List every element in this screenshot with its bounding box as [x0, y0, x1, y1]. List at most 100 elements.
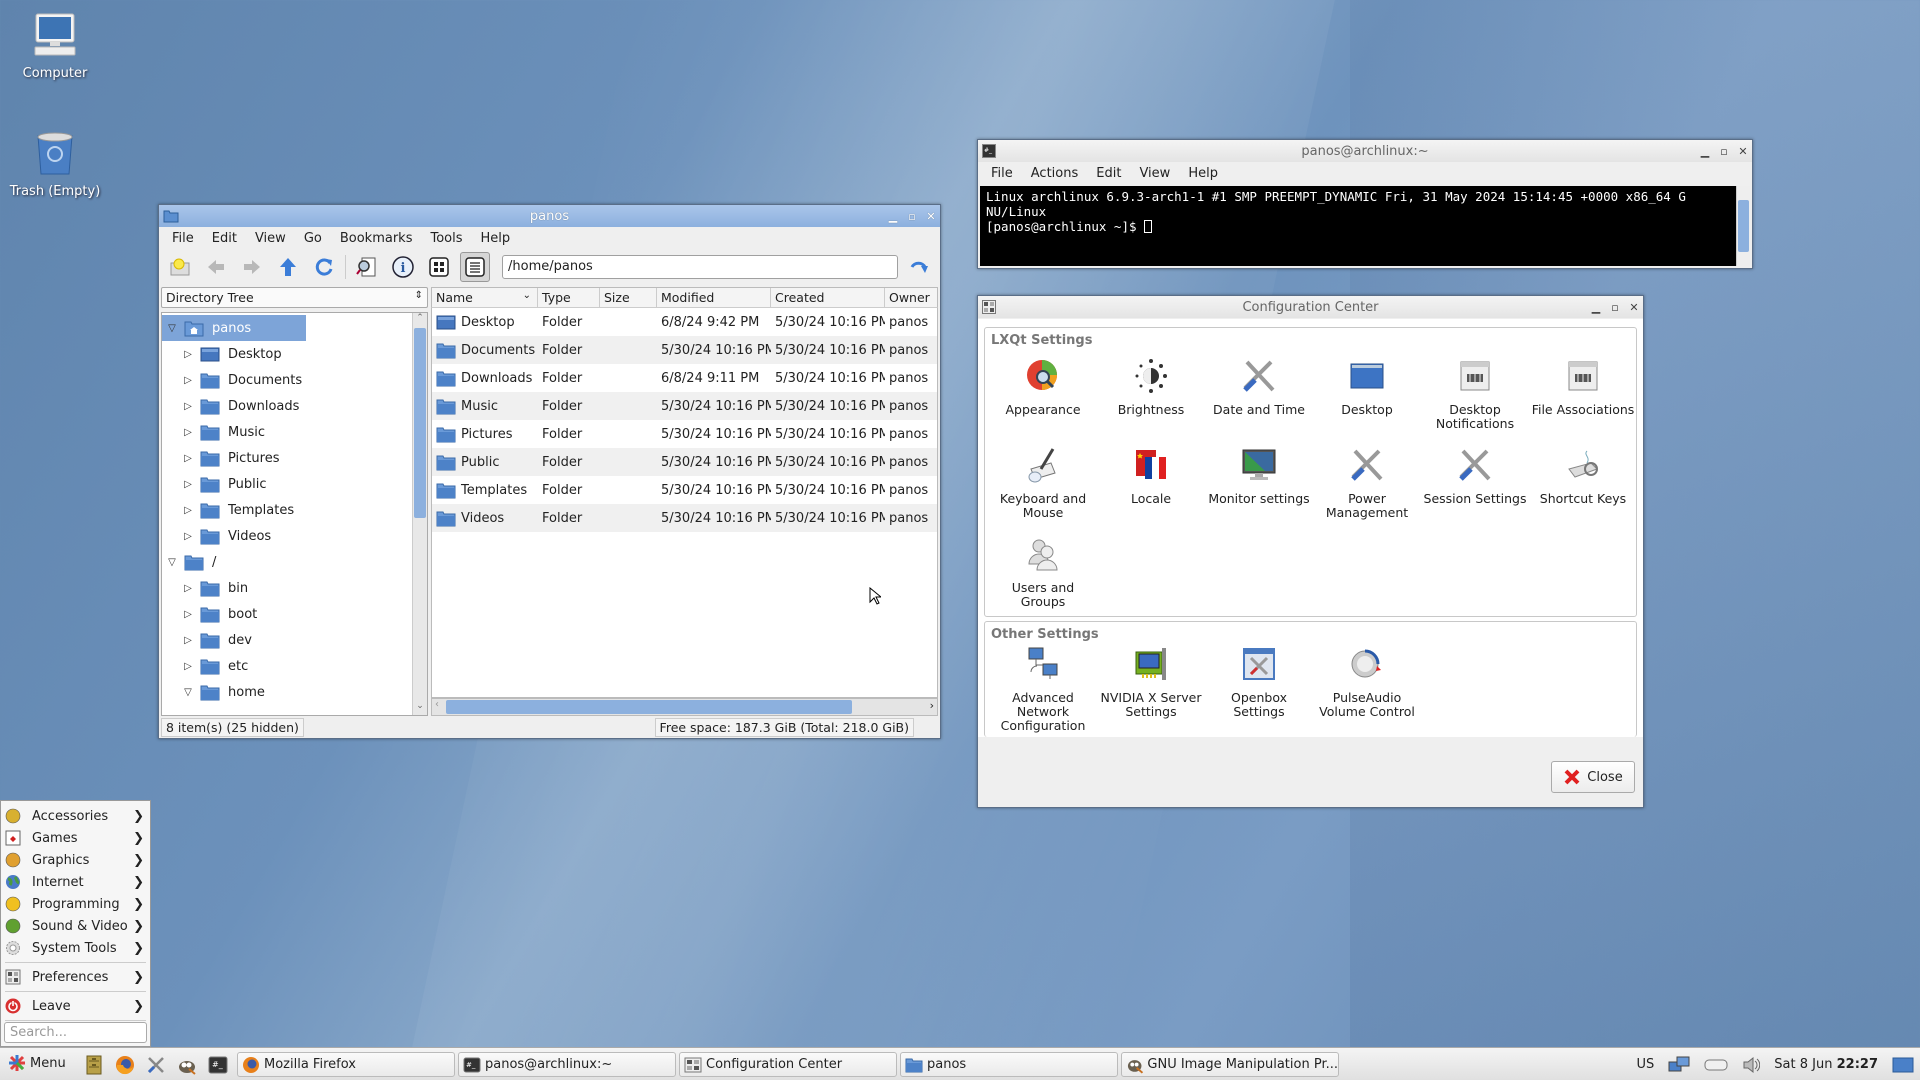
- tree-item[interactable]: ▽ home: [162, 679, 411, 705]
- menu-tools[interactable]: Tools: [421, 231, 471, 246]
- menu-item-leave[interactable]: Leave ❯: [1, 995, 150, 1017]
- tree-item[interactable]: ▷ Documents: [162, 367, 411, 393]
- collapsed-triangle-icon[interactable]: ▷: [182, 401, 194, 412]
- expanded-triangle-icon[interactable]: ▽: [166, 323, 178, 334]
- network-icon[interactable]: [1668, 1056, 1690, 1074]
- collapsed-triangle-icon[interactable]: ▷: [182, 349, 194, 360]
- taskbar-task[interactable]: Mozilla Firefox: [237, 1052, 455, 1077]
- settings-item-shortcut-keys[interactable]: Shortcut Keys: [1529, 447, 1637, 506]
- file-row[interactable]: Pictures Folder 5/30/24 10:16 PM 5/30/24 10…: [432, 420, 937, 448]
- tree-item[interactable]: ▷ Downloads: [162, 393, 411, 419]
- minimize-button[interactable]: ▁: [1700, 145, 1710, 158]
- tree-item[interactable]: ▷ Desktop: [162, 341, 411, 367]
- settings-item-desktop[interactable]: Desktop: [1313, 358, 1421, 417]
- menu-item-accessories[interactable]: Accessories ❯: [1, 805, 150, 827]
- settings-item-session-settings[interactable]: Session Settings: [1421, 447, 1529, 506]
- menu-help[interactable]: Help: [472, 231, 520, 246]
- file-row[interactable]: Public Folder 5/30/24 10:16 PM 5/30/24 10:1…: [432, 448, 937, 476]
- menu-file[interactable]: File: [982, 166, 1022, 181]
- expanded-triangle-icon[interactable]: ▽: [166, 557, 178, 568]
- settings-item-nvidia[interactable]: NVIDIA X Server Settings: [1097, 646, 1205, 719]
- maximize-button[interactable]: ▫: [1719, 145, 1729, 158]
- tree-scrollbar-thumb[interactable]: [414, 328, 426, 518]
- icon-view-button[interactable]: [424, 252, 454, 282]
- taskbar-task[interactable]: GNU Image Manipulation Pr...: [1121, 1052, 1339, 1077]
- menu-actions[interactable]: Actions: [1022, 166, 1088, 181]
- collapsed-triangle-icon[interactable]: ▷: [182, 583, 194, 594]
- close-button[interactable]: ✕: [1629, 301, 1639, 314]
- tree-item[interactable]: ▽ panos: [162, 315, 306, 341]
- menu-bookmarks[interactable]: Bookmarks: [331, 231, 422, 246]
- close-dialog-button[interactable]: Close: [1551, 761, 1635, 793]
- desktop-icon-trash[interactable]: Trash (Empty): [5, 130, 105, 199]
- go-button[interactable]: [904, 252, 934, 282]
- removable-drive-icon[interactable]: [1704, 1058, 1728, 1072]
- hscroll-thumb[interactable]: [446, 700, 852, 714]
- menu-edit[interactable]: Edit: [203, 231, 246, 246]
- side-pane-mode-select[interactable]: Directory Tree ⇕: [161, 287, 428, 308]
- taskbar-task[interactable]: Configuration Center: [679, 1052, 897, 1077]
- menu-help[interactable]: Help: [1179, 166, 1227, 181]
- keyboard-layout-indicator[interactable]: US: [1637, 1057, 1655, 1072]
- main-menu-button[interactable]: Menu: [8, 1054, 66, 1072]
- collapsed-triangle-icon[interactable]: ▷: [182, 505, 194, 516]
- file-row[interactable]: Downloads Folder 6/8/24 9:11 PM 5/30/24 10:…: [432, 364, 937, 392]
- settings-item-brightness[interactable]: Brightness: [1097, 358, 1205, 417]
- forward-button[interactable]: [237, 252, 267, 282]
- terminal-scrollbar[interactable]: [1736, 186, 1750, 266]
- settings-item-monitor[interactable]: Monitor settings: [1205, 447, 1313, 506]
- column-header-size[interactable]: Size: [600, 288, 657, 307]
- file-row[interactable]: Videos Folder 5/30/24 10:16 PM 5/30/24 10:1…: [432, 504, 937, 532]
- tree-item[interactable]: ▷ dev: [162, 627, 411, 653]
- collapsed-triangle-icon[interactable]: ▷: [182, 375, 194, 386]
- terminal-icon[interactable]: #_: [208, 1055, 228, 1075]
- menu-file[interactable]: File: [163, 231, 203, 246]
- menu-item-sound-video[interactable]: Sound & Video ❯: [1, 915, 150, 937]
- collapsed-triangle-icon[interactable]: ▷: [182, 661, 194, 672]
- tree-item[interactable]: ▷ Pictures: [162, 445, 411, 471]
- terminal-titlebar[interactable]: #_ panos@archlinux:~ ▁ ▫ ✕: [978, 140, 1752, 162]
- settings-item-notifications[interactable]: Desktop Notifications: [1421, 358, 1529, 431]
- show-desktop-icon[interactable]: [1892, 1057, 1914, 1073]
- file-manager-icon[interactable]: [84, 1055, 104, 1075]
- close-button[interactable]: ✕: [926, 210, 936, 223]
- collapsed-triangle-icon[interactable]: ▷: [182, 479, 194, 490]
- column-header-modified[interactable]: Modified: [657, 288, 771, 307]
- settings-item-power-management[interactable]: Power Management: [1313, 447, 1421, 520]
- file-row[interactable]: Desktop Folder 6/8/24 9:42 PM 5/30/24 10:16…: [432, 308, 937, 336]
- maximize-button[interactable]: ▫: [907, 210, 917, 223]
- path-input[interactable]: /home/panos: [502, 255, 898, 279]
- settings-item-date-time[interactable]: Date and Time: [1205, 358, 1313, 417]
- collapsed-triangle-icon[interactable]: ▷: [182, 531, 194, 542]
- clock[interactable]: Sat 8 Jun 22:27: [1774, 1057, 1878, 1072]
- tree-item[interactable]: ▷ etc: [162, 653, 411, 679]
- reload-button[interactable]: [309, 252, 339, 282]
- back-button[interactable]: [201, 252, 231, 282]
- tree-item[interactable]: ▷ Public: [162, 471, 411, 497]
- settings-item-appearance[interactable]: Appearance: [989, 358, 1097, 417]
- column-header-name[interactable]: Name ⌄: [432, 288, 538, 307]
- collapsed-triangle-icon[interactable]: ▷: [182, 427, 194, 438]
- file-list-horizontal-scrollbar[interactable]: ‹ ›: [431, 698, 938, 716]
- firefox-icon[interactable]: [115, 1055, 135, 1075]
- menu-item-internet[interactable]: Internet ❯: [1, 871, 150, 893]
- tree-item[interactable]: ▷ Videos: [162, 523, 411, 549]
- up-button[interactable]: [273, 252, 303, 282]
- maximize-button[interactable]: ▫: [1610, 301, 1620, 314]
- menu-search-input[interactable]: Search...: [4, 1022, 147, 1043]
- tree-item[interactable]: ▷ Music: [162, 419, 411, 445]
- expanded-triangle-icon[interactable]: ▽: [182, 687, 194, 698]
- minimize-button[interactable]: ▁: [888, 210, 898, 223]
- gimp-icon[interactable]: [177, 1055, 197, 1075]
- settings-item-keyboard-mouse[interactable]: Keyboard and Mouse: [989, 447, 1097, 520]
- menu-item-preferences[interactable]: Preferences ❯: [1, 966, 150, 988]
- detailed-view-button[interactable]: [460, 252, 490, 282]
- taskbar-task[interactable]: panos: [900, 1052, 1118, 1077]
- menu-view[interactable]: View: [1130, 166, 1179, 181]
- file-manager-titlebar[interactable]: panos ▁ ▫ ✕: [159, 205, 940, 227]
- menu-item-graphics[interactable]: Graphics ❯: [1, 849, 150, 871]
- volume-icon[interactable]: [1742, 1056, 1761, 1074]
- menu-edit[interactable]: Edit: [1087, 166, 1130, 181]
- column-header-created[interactable]: Created: [771, 288, 885, 307]
- settings-item-openbox[interactable]: Openbox Settings: [1205, 646, 1313, 719]
